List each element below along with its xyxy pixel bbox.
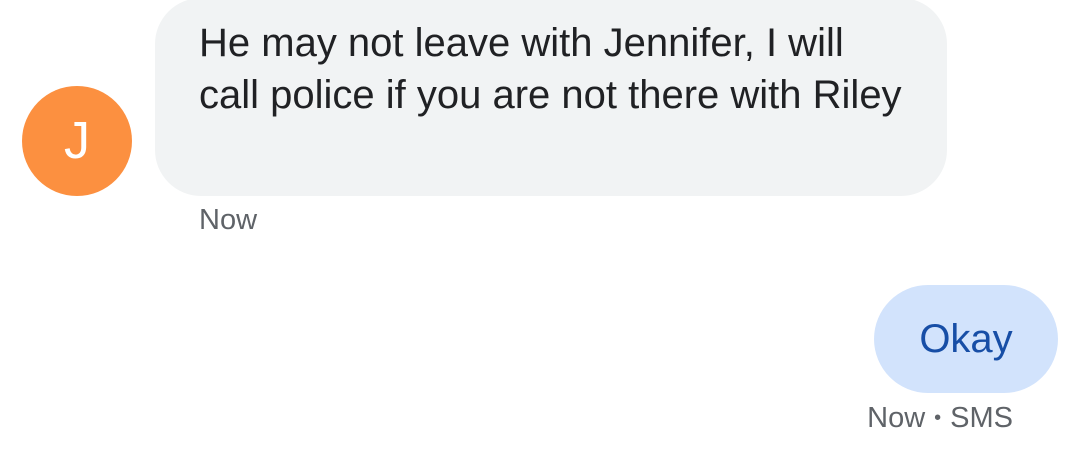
status-separator: • — [934, 407, 942, 429]
outgoing-message-timestamp: Now — [867, 402, 926, 434]
outgoing-message-bubble[interactable]: Okay — [874, 285, 1058, 393]
incoming-message-bubble[interactable]: He may not leave with Jennifer, I will c… — [155, 0, 947, 196]
avatar-letter: J — [64, 112, 90, 170]
outgoing-message-text: Okay — [919, 317, 1013, 361]
contact-avatar[interactable]: J — [22, 86, 132, 196]
incoming-message-timestamp: Now — [199, 204, 258, 236]
outgoing-message-status: Now • SMS — [867, 401, 1013, 435]
message-channel-label: SMS — [950, 402, 1013, 434]
incoming-message-text: He may not leave with Jennifer, I will c… — [199, 21, 902, 117]
